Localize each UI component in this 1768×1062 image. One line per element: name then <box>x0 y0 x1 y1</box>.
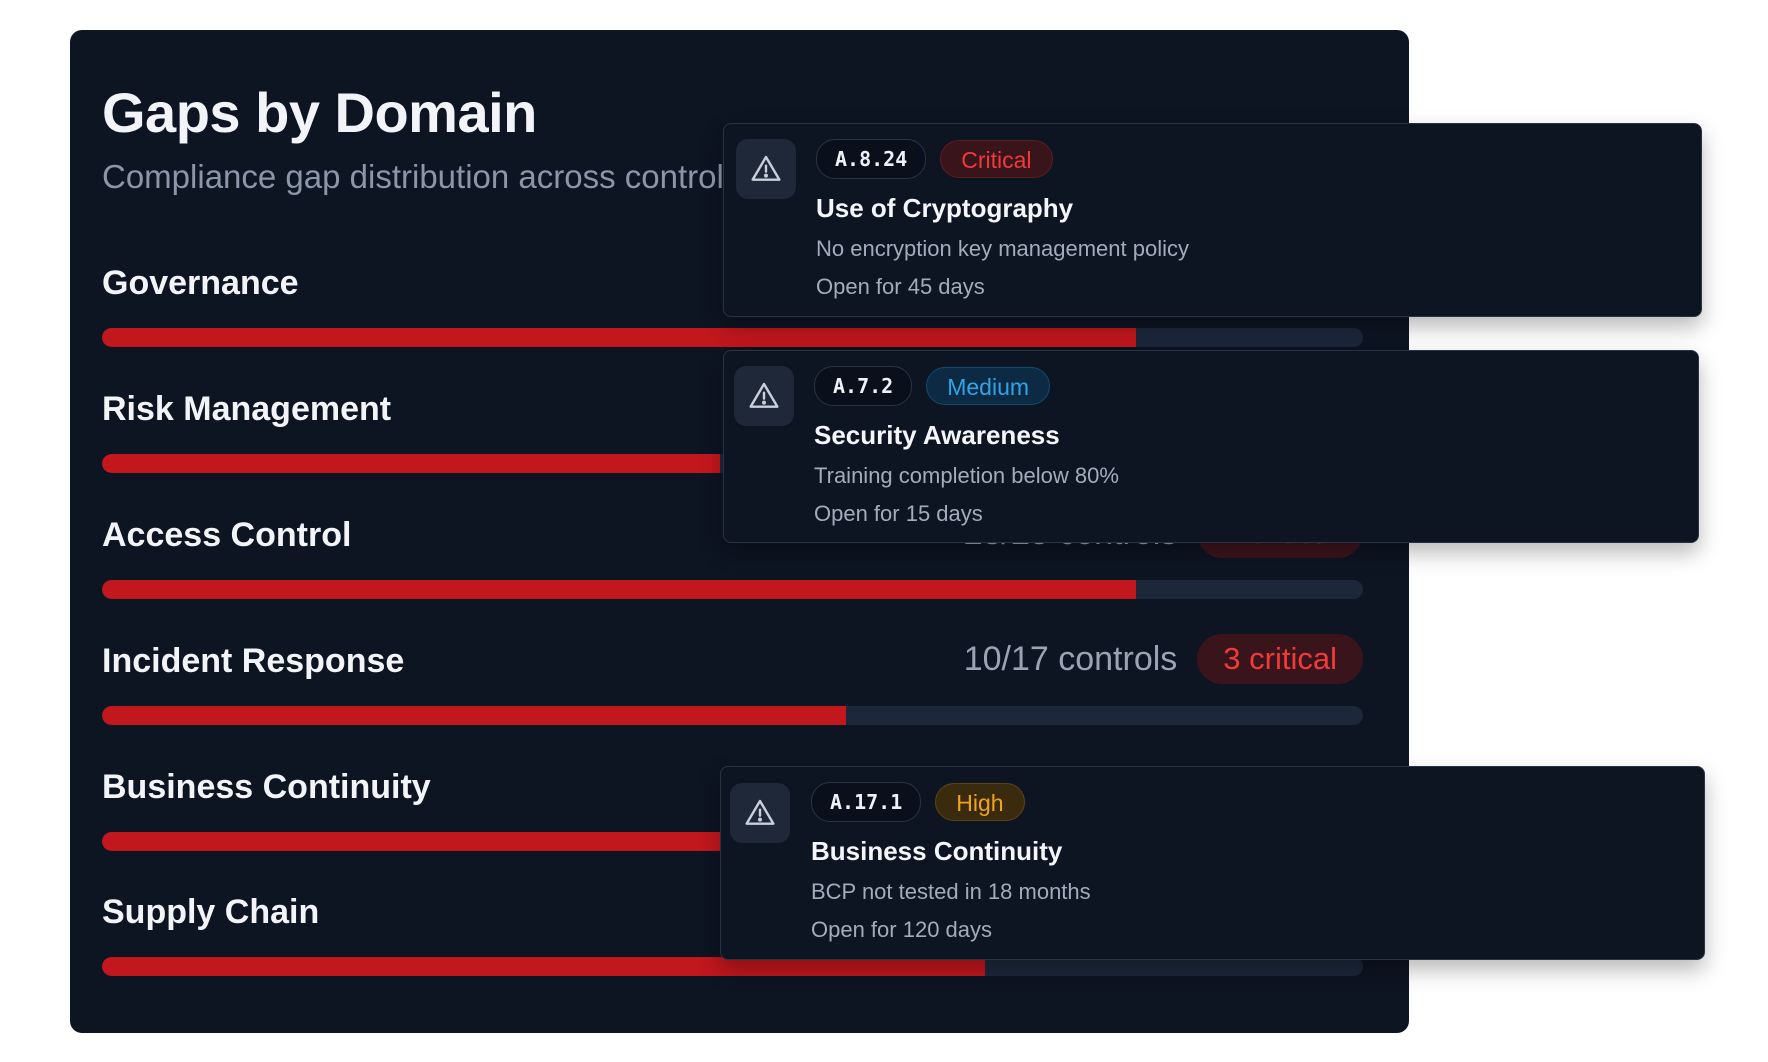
progress-bar-fill <box>102 832 720 851</box>
domain-name: Governance <box>102 264 299 302</box>
gap-card[interactable]: A.8.24 Critical Use of Cryptography No e… <box>723 123 1702 317</box>
progress-bar-fill <box>102 454 720 473</box>
gap-card[interactable]: A.17.1 High Business Continuity BCP not … <box>720 766 1705 960</box>
gap-title: Use of Cryptography <box>816 193 1074 223</box>
severity-badge: Medium <box>926 367 1051 405</box>
gap-description: BCP not tested in 18 months <box>811 879 1091 904</box>
warning-triangle-icon <box>730 783 790 843</box>
progress-bar-track <box>102 580 1363 599</box>
badge-row: A.7.2 Medium <box>814 366 1678 406</box>
gap-description: Training completion below 80% <box>814 463 1119 488</box>
warning-triangle-icon <box>736 139 796 199</box>
progress-bar-fill <box>102 706 846 725</box>
severity-badge: High <box>935 783 1025 821</box>
gap-card-body: A.8.24 Critical Use of Cryptography No e… <box>816 139 1681 300</box>
progress-bar-fill <box>102 328 1137 347</box>
controls-count: 10/17 controls <box>963 639 1178 678</box>
domain-meta: 10/17 controls 3 critical <box>964 634 1363 684</box>
gap-description: No encryption key management policy <box>816 236 1189 261</box>
progress-bar-fill <box>102 580 1137 599</box>
gap-card-body: A.7.2 Medium Security Awareness Training… <box>814 366 1678 527</box>
severity-badge: Critical <box>940 140 1053 178</box>
domain-row-incident-response[interactable]: Incident Response 10/17 controls 3 criti… <box>102 634 1363 732</box>
stage: Gaps by Domain Compliance gap distributi… <box>0 0 1768 1062</box>
gap-age: Open for 120 days <box>811 917 993 942</box>
domain-name: Supply Chain <box>102 893 320 931</box>
badge-row: A.17.1 High <box>811 782 1684 822</box>
panel-title: Gaps by Domain <box>102 81 537 144</box>
domain-name: Incident Response <box>102 642 405 680</box>
progress-bar-track <box>102 706 1363 725</box>
panel-subtitle: Compliance gap distribution across contr… <box>102 158 741 195</box>
control-code-badge: A.17.1 <box>811 782 922 822</box>
critical-count-badge: 3 critical <box>1197 634 1363 684</box>
domain-name: Access Control <box>102 516 352 554</box>
badge-row: A.8.24 Critical <box>816 139 1681 179</box>
warning-triangle-icon <box>734 366 794 426</box>
gap-age: Open for 45 days <box>816 274 985 299</box>
gap-card-body: A.17.1 High Business Continuity BCP not … <box>811 782 1684 943</box>
domain-name: Risk Management <box>102 390 392 428</box>
gap-title: Security Awareness <box>814 420 1060 450</box>
control-code-badge: A.7.2 <box>814 366 913 406</box>
control-code-badge: A.8.24 <box>816 139 927 179</box>
progress-bar-track <box>102 328 1363 347</box>
domain-name: Business Continuity <box>102 768 431 806</box>
gap-age: Open for 15 days <box>814 501 983 526</box>
gap-title: Business Continuity <box>811 836 1063 866</box>
gap-card[interactable]: A.7.2 Medium Security Awareness Training… <box>723 350 1699 543</box>
